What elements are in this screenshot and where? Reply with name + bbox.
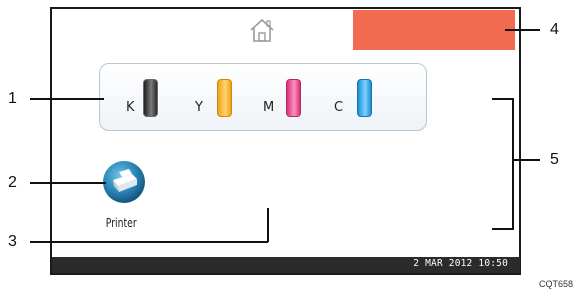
callout-lines xyxy=(30,29,540,243)
figure-id: CQT658 xyxy=(538,279,573,289)
callout-3: 3 xyxy=(8,233,17,250)
callout-2: 2 xyxy=(8,174,17,191)
callout-1: 1 xyxy=(8,90,17,107)
callout-5: 5 xyxy=(550,151,559,168)
callout-4: 4 xyxy=(550,21,559,38)
